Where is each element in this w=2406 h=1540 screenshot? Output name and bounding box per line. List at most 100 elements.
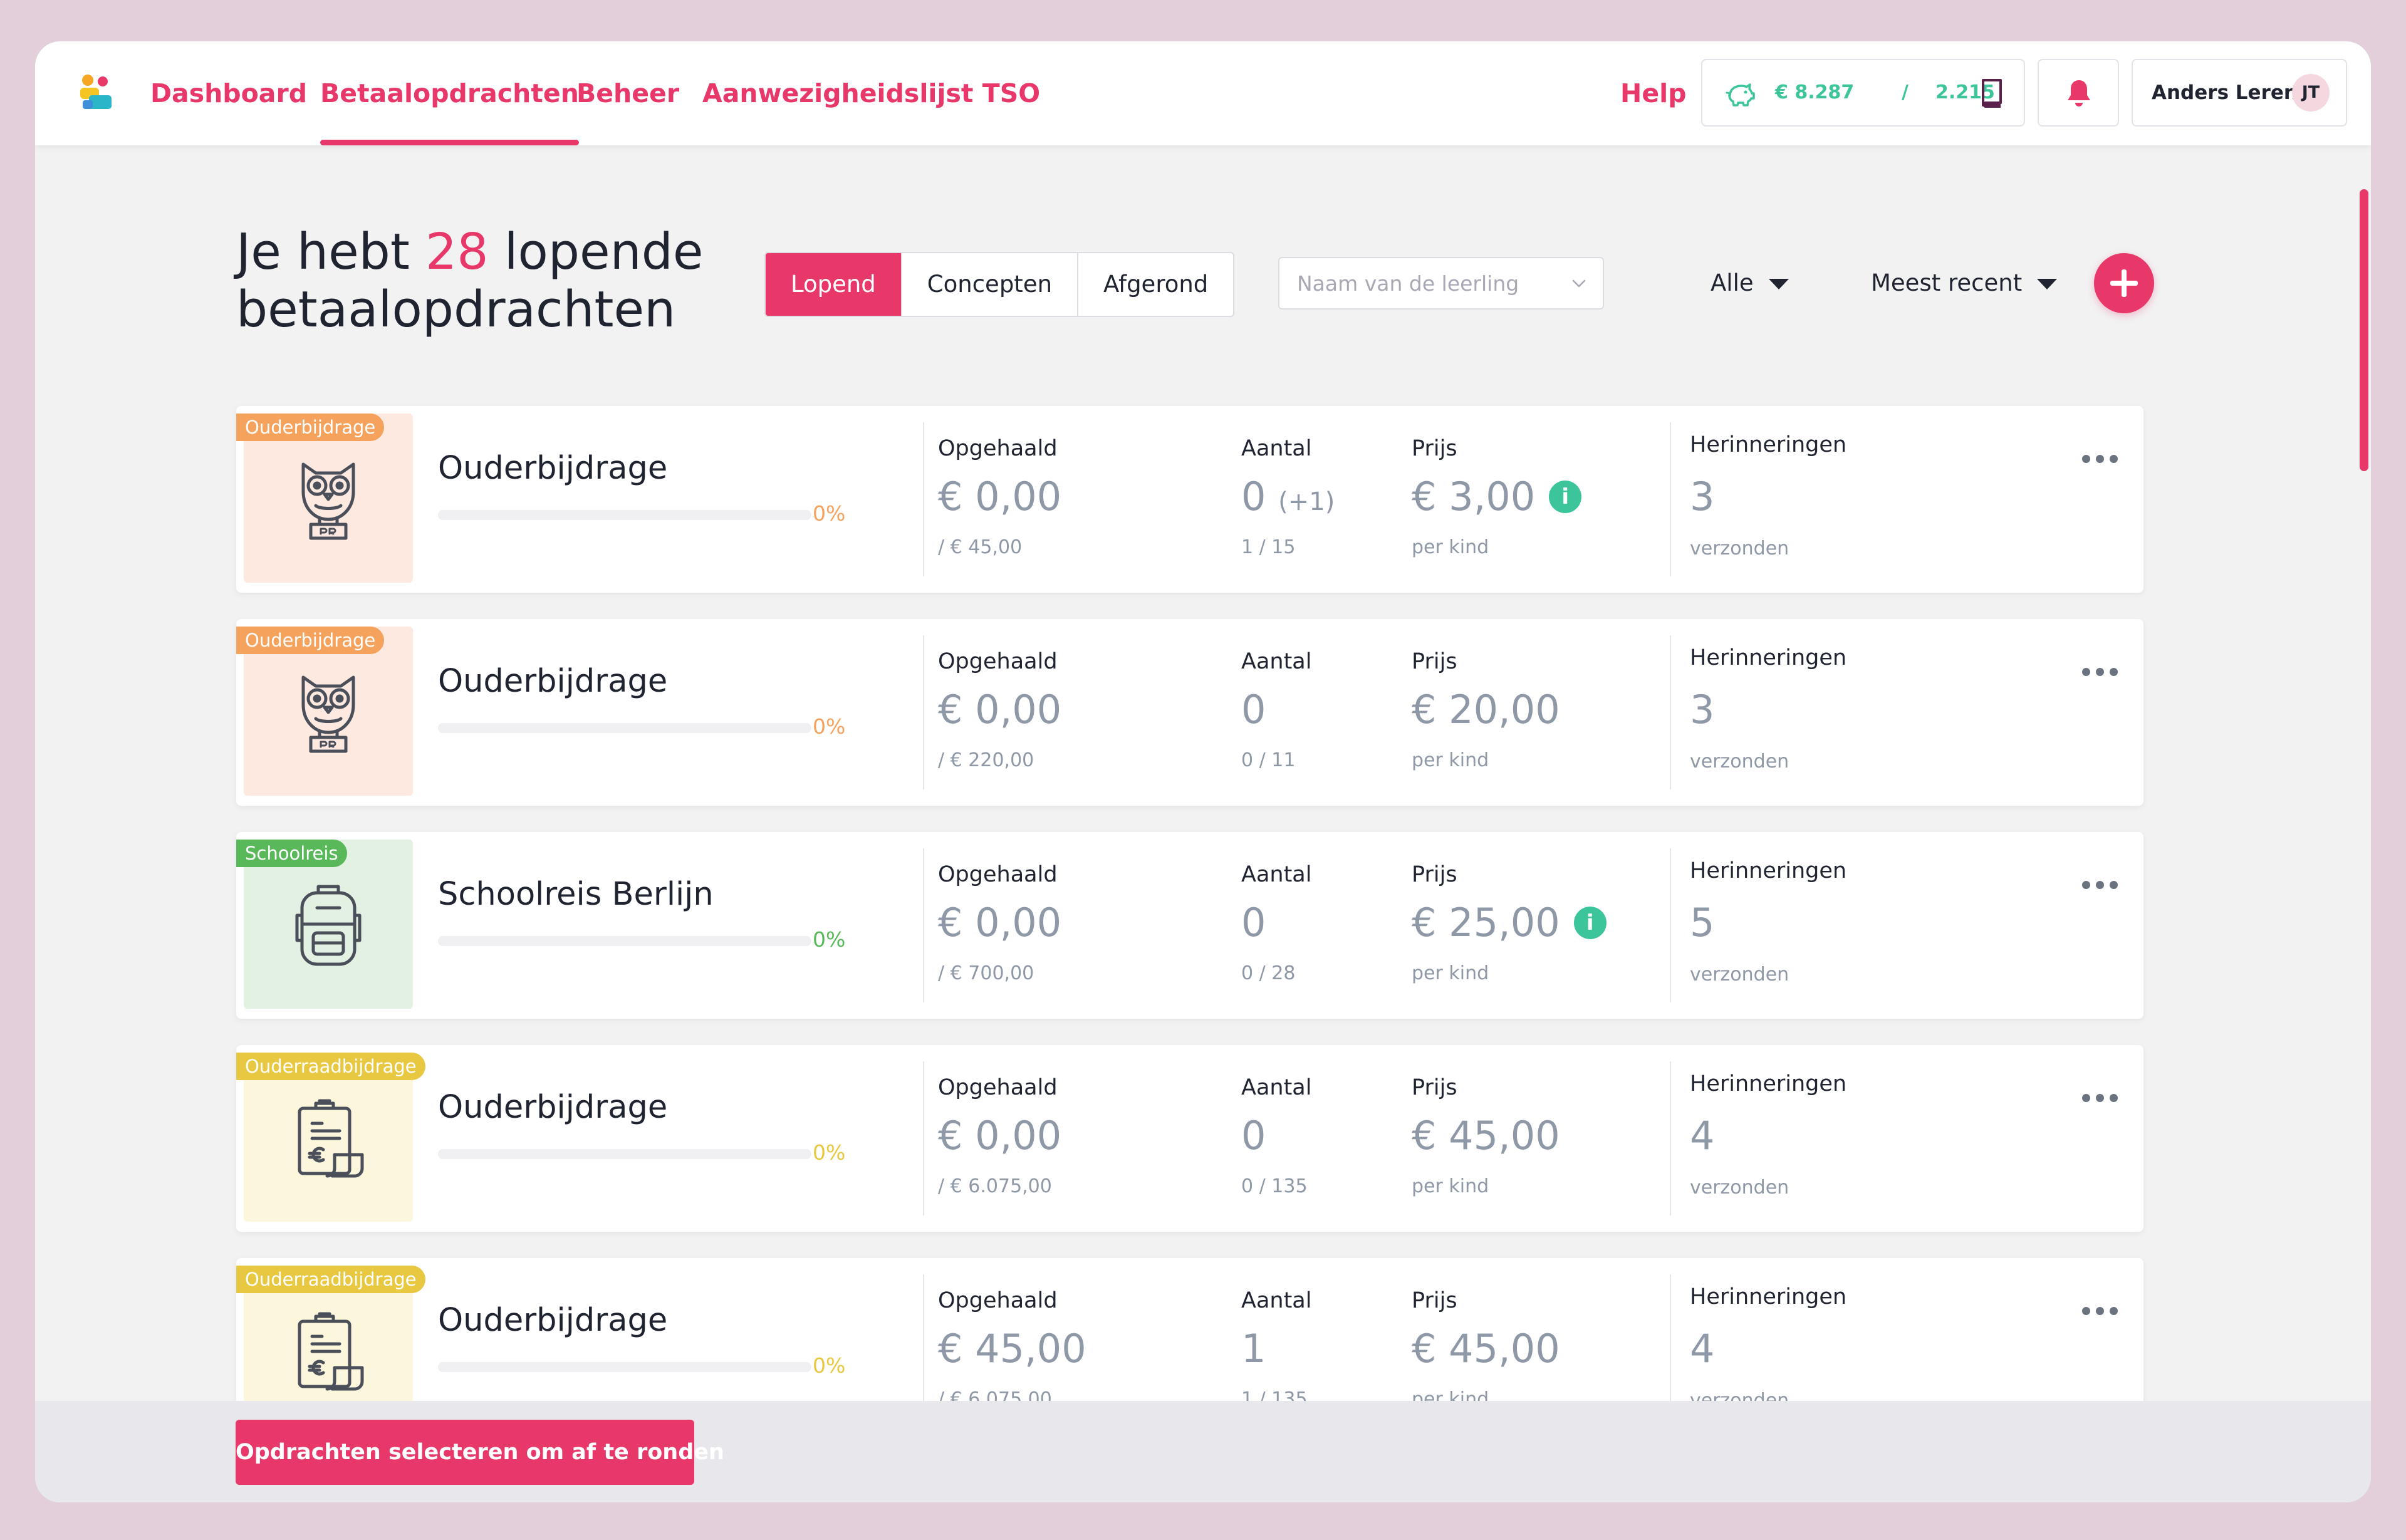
filter-lopend[interactable]: Lopend [766, 253, 901, 316]
more-options-icon[interactable] [2082, 1091, 2120, 1104]
divider [923, 422, 924, 576]
type-dropdown[interactable]: Alle [1711, 257, 1789, 310]
divider [923, 1061, 924, 1215]
count-label: Aantal [1241, 649, 1312, 674]
price-value: € 25,00 i [1412, 900, 1607, 945]
more-options-icon[interactable] [2082, 452, 2120, 465]
collected-target: / € 45,00 [938, 536, 1023, 558]
count-value: 0 (+1) [1241, 474, 1335, 519]
student-search[interactable] [1278, 257, 1604, 310]
collected-value: € 0,00 [938, 1113, 1062, 1158]
progress-bar [438, 510, 811, 520]
collected-target: / € 6.075,00 [938, 1175, 1052, 1197]
collected-label: Opgehaald [938, 862, 1058, 887]
count-sub: 0 / 135 [1241, 1175, 1308, 1197]
price-label: Prijs [1412, 862, 1457, 887]
reminders-unit: verzonden [1690, 1177, 1789, 1199]
category-tag: Ouderraadbijdrage [236, 1053, 425, 1080]
user-menu[interactable]: Anders Leren JT [2132, 59, 2347, 127]
reminders-value: 4 [1690, 1113, 1715, 1158]
count-value: 1 [1241, 1326, 1266, 1371]
price-value: € 3,00 i [1412, 474, 1582, 519]
count-label: Aantal [1241, 862, 1312, 887]
nav-beheer[interactable]: Beheer [576, 41, 679, 145]
price-value: € 20,00 [1412, 687, 1560, 732]
student-search-input[interactable] [1279, 258, 1555, 308]
count-label: Aantal [1241, 436, 1312, 461]
reminders-label: Herinneringen [1690, 645, 1847, 670]
top-navbar: Dashboard Betaalopdrachten Beheer Aanwez… [35, 41, 2371, 145]
notifications-button[interactable] [2038, 59, 2119, 127]
price-label: Prijs [1412, 1075, 1457, 1100]
scrollbar[interactable] [2357, 145, 2371, 1444]
progress-percent: 0% [813, 1353, 846, 1378]
category-tag: Ouderraadbijdrage [236, 1266, 425, 1293]
select-to-finish-button[interactable]: Opdrachten selecteren om af te ronden [236, 1420, 724, 1485]
card-title[interactable]: Ouderbijdrage [438, 1089, 667, 1126]
collected-label: Opgehaald [938, 436, 1058, 461]
progress-percent: 0% [813, 714, 846, 739]
user-name: Anders Leren [2152, 81, 2298, 104]
reminders-unit: verzonden [1690, 964, 1789, 986]
price-label: Prijs [1412, 649, 1457, 674]
filter-concepten[interactable]: Concepten [900, 253, 1077, 316]
invoice-clipboard-icon [298, 1312, 364, 1391]
footer-bar: Opdrachten selecteren om af te ronden [35, 1401, 2371, 1502]
nav-dashboard[interactable]: Dashboard [150, 41, 307, 145]
chevron-down-icon[interactable] [1569, 273, 1589, 293]
divider [1670, 422, 1671, 576]
card-title[interactable]: Schoolreis Berlijn [438, 876, 714, 913]
scrollbar-thumb[interactable] [2360, 189, 2368, 471]
reminders-label: Herinneringen [1690, 1071, 1847, 1096]
collected-value: € 0,00 [938, 687, 1062, 732]
wallet-balance[interactable]: € 8.287 / 2.215 [1701, 59, 2025, 127]
status-filter: Lopend Concepten Afgerond [764, 252, 1235, 317]
nav-aanwezigheidslijst[interactable]: Aanwezigheidslijst TSO [702, 41, 1040, 145]
more-options-icon[interactable] [2082, 665, 2120, 678]
info-icon[interactable]: i [1549, 480, 1582, 513]
progress-bar [438, 723, 811, 733]
collected-target: / € 700,00 [938, 962, 1034, 984]
wallet-amount: € 8.287 [1775, 81, 1855, 103]
backpack-icon [295, 885, 362, 966]
price-unit: per kind [1412, 1175, 1489, 1197]
count-sub: 0 / 28 [1241, 962, 1296, 984]
caret-down-icon [2037, 279, 2058, 289]
card-title[interactable]: Ouderbijdrage [438, 450, 667, 487]
wallet-separator: / [1902, 81, 1909, 103]
more-options-icon[interactable] [2082, 1304, 2120, 1317]
more-options-icon[interactable] [2082, 878, 2120, 891]
price-label: Prijs [1412, 1288, 1457, 1313]
owl-icon [301, 675, 355, 753]
price-label: Prijs [1412, 436, 1457, 461]
divider [1670, 1061, 1671, 1215]
filter-afgerond[interactable]: Afgerond [1077, 253, 1233, 316]
payment-card[interactable]: Ouderraadbijdrage Ouderbijdrage 0% Opgeh… [236, 1045, 2143, 1232]
owl-icon [301, 462, 355, 540]
progress-percent: 0% [813, 1140, 846, 1165]
count-value: 0 [1241, 900, 1266, 945]
sort-dropdown[interactable]: Meest recent [1871, 257, 2058, 310]
count-sub: 1 / 15 [1241, 536, 1296, 558]
divider [923, 848, 924, 1002]
collected-value: € 0,00 [938, 900, 1062, 945]
app-window: Dashboard Betaalopdrachten Beheer Aanwez… [35, 41, 2371, 1502]
card-title[interactable]: Ouderbijdrage [438, 1302, 667, 1339]
collected-label: Opgehaald [938, 649, 1058, 674]
app-logo-icon[interactable] [78, 73, 115, 113]
divider [923, 635, 924, 789]
card-title[interactable]: Ouderbijdrage [438, 663, 667, 700]
nav-betaalopdrachten[interactable]: Betaalopdrachten [320, 41, 579, 145]
credit-book-icon [1982, 79, 2002, 108]
help-link[interactable]: Help [1620, 41, 1687, 145]
payment-card[interactable]: Ouderbijdrage Ouderbijdrage 0% Opgehaald… [236, 619, 2143, 806]
info-icon[interactable]: i [1573, 906, 1607, 939]
progress-bar [438, 1149, 811, 1159]
add-payment-button[interactable] [2094, 253, 2154, 313]
reminders-unit: verzonden [1690, 538, 1789, 559]
reminders-value: 4 [1690, 1326, 1715, 1371]
payment-card[interactable]: Ouderbijdrage Ouderbijdrage 0% Opgehaald… [236, 406, 2143, 593]
price-unit: per kind [1412, 749, 1489, 771]
payment-card[interactable]: Schoolreis Schoolreis Berlijn 0% Opgehaa… [236, 832, 2143, 1019]
reminders-value: 3 [1690, 474, 1715, 519]
